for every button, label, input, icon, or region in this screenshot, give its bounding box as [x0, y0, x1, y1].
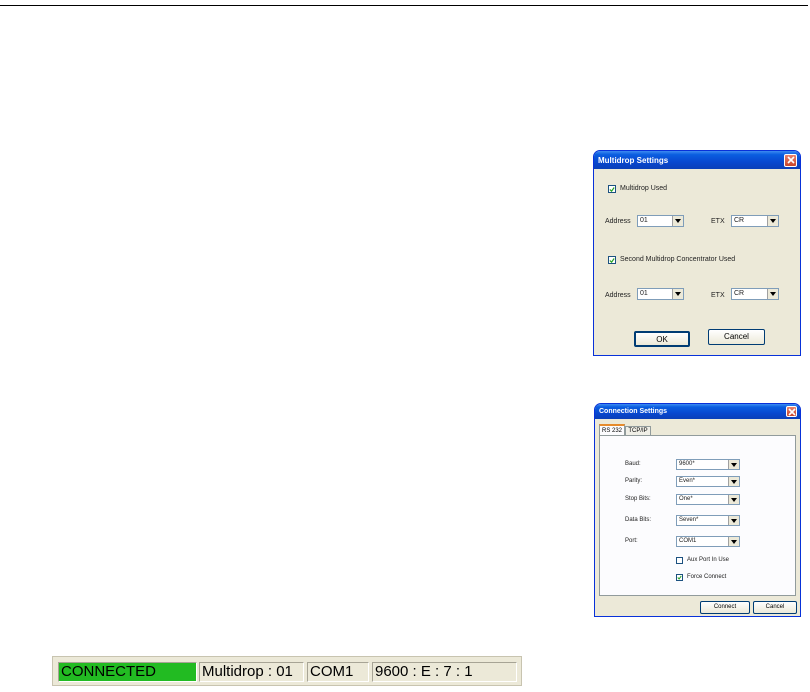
multidrop-used-label: Multidrop Used	[620, 185, 668, 192]
multidrop-settings-dialog: Multidrop Settings Multidrop Used Addres…	[593, 150, 801, 356]
baud-select[interactable]: 9600*	[676, 459, 740, 470]
port-value: COM1	[679, 538, 697, 544]
address2-label: Address	[605, 292, 631, 299]
tab-tcpip[interactable]: TCP/IP	[625, 426, 651, 435]
stop-bits-label: Stop Bits:	[625, 496, 651, 502]
chevron-down-icon[interactable]	[728, 495, 739, 504]
data-bits-value: Seven*	[679, 517, 699, 523]
etx2-select[interactable]: CR	[731, 288, 779, 300]
cancel-button[interactable]: Cancel	[753, 601, 797, 614]
multidrop-titlebar[interactable]: Multidrop Settings	[594, 151, 800, 169]
multidrop-status: Multidrop : 01	[199, 662, 304, 682]
etx-select[interactable]: CR	[731, 215, 779, 227]
close-icon[interactable]	[784, 153, 797, 167]
second-concentrator-label: Second Multidrop Concentrator Used	[620, 256, 736, 263]
multidrop-status-text: Multidrop : 01	[202, 663, 293, 680]
etx-value: CR	[734, 217, 745, 224]
multidrop-used-checkbox[interactable]	[608, 185, 616, 193]
chevron-down-icon[interactable]	[728, 477, 739, 486]
baud-value: 9600*	[679, 461, 695, 467]
second-concentrator-checkbox[interactable]	[608, 256, 616, 264]
address-label: Address	[605, 218, 631, 225]
close-icon[interactable]	[786, 406, 797, 417]
address2-value: 01	[640, 290, 648, 297]
tab-tcpip-label: TCP/IP	[628, 428, 648, 434]
chevron-down-icon[interactable]	[728, 516, 739, 525]
tab-rs232[interactable]: RS 232	[599, 424, 625, 435]
port-label: Port:	[625, 538, 638, 544]
parity-label: Parity:	[625, 478, 643, 484]
tab-rs232-label: RS 232	[601, 428, 622, 434]
force-connect-checkbox[interactable]	[676, 574, 683, 581]
address-value: 01	[640, 217, 648, 224]
stop-bits-select[interactable]: One*	[676, 494, 740, 505]
data-bits-select[interactable]: Seven*	[676, 515, 740, 526]
parity-select[interactable]: Even*	[676, 476, 740, 487]
address2-select[interactable]: 01	[637, 288, 684, 300]
params-status: 9600 : E : 7 : 1	[372, 662, 517, 682]
params-status-text: 9600 : E : 7 : 1	[375, 663, 473, 680]
multidrop-title: Multidrop Settings	[598, 155, 669, 165]
connect-button[interactable]: Connect	[700, 601, 750, 614]
parity-value: Even*	[679, 478, 696, 484]
connection-titlebar[interactable]: Connection Settings	[595, 404, 800, 419]
port-select[interactable]: COM1	[676, 536, 740, 547]
port-status-text: COM1	[310, 663, 354, 680]
chevron-down-icon[interactable]	[728, 460, 739, 469]
etx2-value: CR	[734, 290, 745, 297]
aux-port-checkbox[interactable]	[676, 557, 683, 564]
data-bits-label: Data Bits:	[625, 517, 652, 523]
chevron-down-icon[interactable]	[672, 289, 683, 299]
connection-status-badge: CONNECTED	[58, 662, 197, 682]
ok-button[interactable]: OK	[634, 331, 690, 347]
top-rule	[0, 5, 808, 6]
connection-status-text: CONNECTED	[61, 663, 157, 680]
chevron-down-icon[interactable]	[767, 289, 778, 299]
etx2-label: ETX	[711, 292, 725, 299]
stop-bits-value: One*	[679, 496, 693, 502]
etx-label: ETX	[711, 218, 725, 225]
baud-label: Baud:	[625, 461, 641, 467]
connection-title: Connection Settings	[599, 408, 668, 415]
aux-port-label: Aux Port In Use	[687, 557, 730, 563]
force-connect-label: Force Connect	[687, 574, 727, 580]
connection-settings-dialog: Connection Settings RS 232 TCP/IP Baud: …	[594, 403, 801, 617]
status-bar: CONNECTED Multidrop : 01 COM1 9600 : E :…	[52, 656, 522, 686]
port-status: COM1	[307, 662, 369, 682]
chevron-down-icon[interactable]	[728, 537, 739, 546]
address-select[interactable]: 01	[637, 215, 684, 227]
chevron-down-icon[interactable]	[672, 216, 683, 226]
chevron-down-icon[interactable]	[767, 216, 778, 226]
cancel-button[interactable]: Cancel	[708, 329, 765, 345]
